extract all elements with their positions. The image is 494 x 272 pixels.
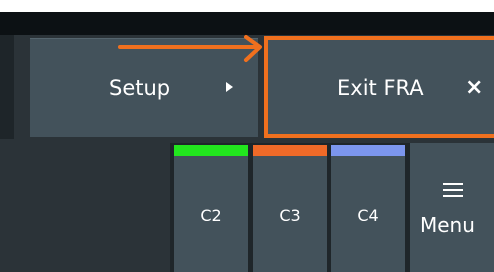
menu-label: Menu <box>420 213 475 237</box>
exit-fra-button[interactable]: Exit FRA × <box>264 36 494 138</box>
setup-label: Setup <box>109 76 171 100</box>
channel-label: C4 <box>357 206 379 225</box>
panel-left-edge <box>0 35 14 139</box>
channel-tab-c3[interactable]: C3 <box>253 145 327 272</box>
title-strip <box>0 12 494 35</box>
annotation-arrow-icon <box>118 35 262 62</box>
channel-label: C2 <box>200 206 222 225</box>
channel-tab-c4[interactable]: C4 <box>331 145 405 272</box>
submenu-arrow-icon <box>226 82 233 92</box>
top-margin <box>0 0 494 12</box>
channel-color-bar <box>174 145 248 156</box>
channel-color-bar <box>253 145 327 156</box>
menu-button[interactable]: Menu <box>410 143 494 272</box>
close-icon: × <box>465 75 484 100</box>
exit-fra-label: Exit FRA <box>337 76 424 100</box>
hamburger-menu-icon <box>443 183 463 197</box>
channel-tab-c2[interactable]: C2 <box>174 145 248 272</box>
channel-label: C3 <box>279 206 301 225</box>
channel-color-bar <box>331 145 405 156</box>
